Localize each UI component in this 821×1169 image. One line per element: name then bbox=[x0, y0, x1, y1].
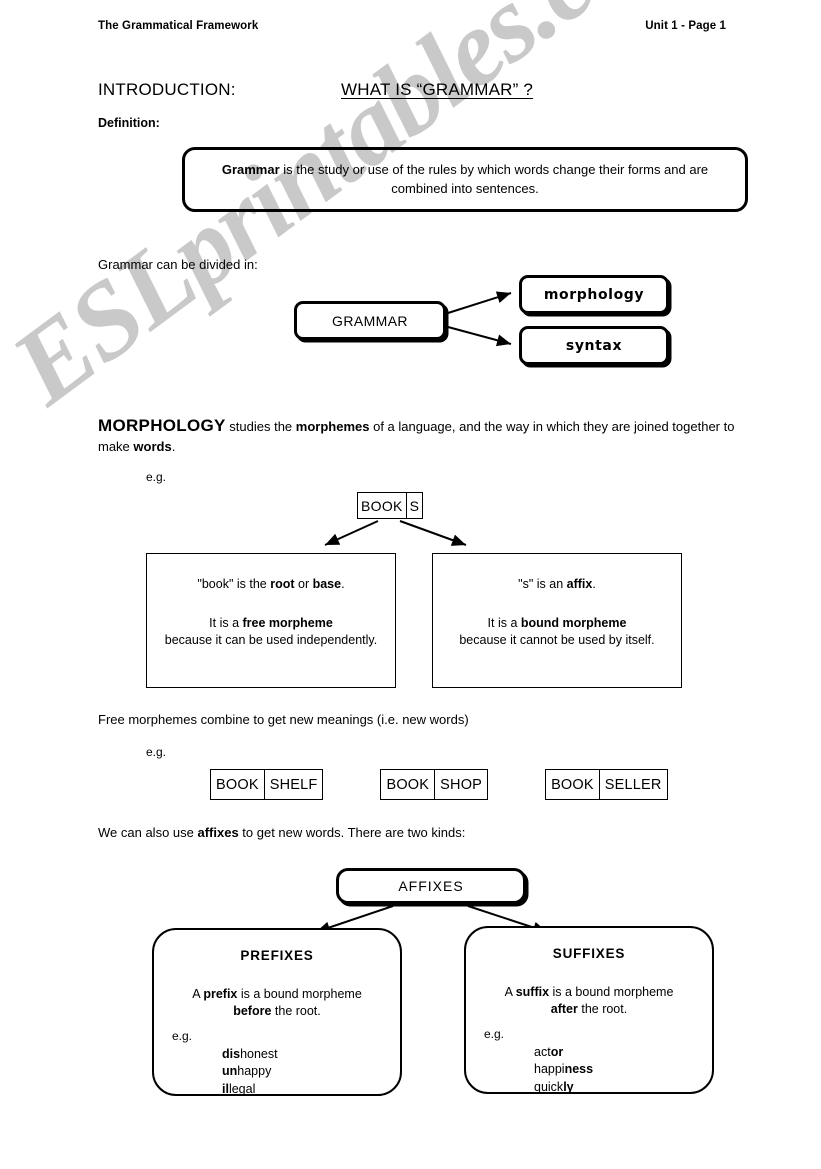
compound-box: BOOK SELLER bbox=[545, 769, 668, 800]
suff-post: the root. bbox=[577, 1002, 628, 1017]
pref-mid: is a bound morpheme bbox=[237, 987, 362, 1002]
compound-words-row: BOOK SHELF BOOK SHOP BOOK SELLER bbox=[210, 769, 668, 800]
morpheme-box-affix-line2: It is a bound morpheme because it cannot… bbox=[433, 615, 681, 650]
prefix-example: unhappy bbox=[222, 1063, 400, 1080]
eg-label-compounds: e.g. bbox=[146, 745, 167, 759]
morpheme-box-root: "book" is the root or base. It is a free… bbox=[146, 553, 396, 688]
suffixes-examples: actor happiness quickly bbox=[534, 1044, 712, 1096]
morpheme-box-root-line1: "book" is the root or base. bbox=[147, 576, 395, 594]
affixes-intro-bold: affixes bbox=[197, 825, 239, 840]
compound-part-2: SHELF bbox=[263, 770, 323, 799]
suff-pre: A bbox=[504, 985, 516, 1000]
prefix-example: illegal bbox=[222, 1081, 400, 1098]
compound-part-1: BOOK bbox=[216, 776, 259, 793]
suff-b2: after bbox=[550, 1002, 578, 1017]
box-affixes: AFFIXES bbox=[336, 868, 526, 904]
mb0-b1: root bbox=[270, 577, 295, 591]
pref-b2: before bbox=[233, 1004, 272, 1019]
suffix-affix: ness bbox=[564, 1062, 594, 1077]
mb0-l2b: free morpheme bbox=[242, 615, 333, 630]
prefix-root: happy bbox=[237, 1064, 272, 1079]
mb1-l2b: bound morpheme bbox=[520, 615, 627, 630]
mb0-pre: "book" is the bbox=[197, 577, 271, 591]
mb0-l2rest: because it can be used independently. bbox=[164, 633, 378, 647]
prefixes-box: PREFIXES A prefix is a bound morpheme be… bbox=[152, 928, 402, 1096]
mb1-b1: affix bbox=[566, 577, 593, 591]
suff-b1: suffix bbox=[515, 985, 550, 1000]
suffix-root: quick bbox=[534, 1079, 564, 1094]
suffix-example: actor bbox=[534, 1044, 712, 1061]
prefixes-eg-label: e.g. bbox=[172, 1028, 193, 1043]
compound-box: BOOK SHOP bbox=[380, 769, 489, 800]
pref-b1: prefix bbox=[203, 987, 238, 1002]
mb0-b2: base bbox=[312, 577, 342, 591]
prefixes-title: PREFIXES bbox=[240, 948, 314, 963]
suffixes-eg-label: e.g. bbox=[484, 1026, 505, 1041]
compound-part-2: SHOP bbox=[434, 770, 487, 799]
suffix-root: act bbox=[534, 1045, 551, 1060]
compound-box: BOOK SHELF bbox=[210, 769, 324, 800]
affixes-intro-post: to get new words. There are two kinds: bbox=[238, 825, 466, 840]
compound-part-1: BOOK bbox=[551, 776, 594, 793]
mb1-post: . bbox=[592, 577, 596, 591]
suff-mid: is a bound morpheme bbox=[549, 985, 674, 1000]
prefixes-description: A prefix is a bound morpheme before the … bbox=[154, 986, 400, 1020]
mb1-l2rest: because it cannot be used by itself. bbox=[459, 633, 655, 647]
mb0-l2pre: It is a bbox=[209, 615, 243, 630]
affixes-intro-pre: We can also use bbox=[98, 825, 198, 840]
prefix-root: legal bbox=[228, 1081, 256, 1096]
morpheme-box-affix: "s" is an affix. It is a bound morpheme … bbox=[432, 553, 682, 688]
pref-pre: A bbox=[192, 987, 204, 1002]
compound-part-2: SELLER bbox=[598, 770, 667, 799]
prefix-affix: un bbox=[222, 1064, 238, 1079]
suffix-example: quickly bbox=[534, 1079, 712, 1096]
morpheme-box-root-line2: It is a free morpheme because it can be … bbox=[147, 615, 395, 650]
suffixes-description: A suffix is a bound morpheme after the r… bbox=[466, 984, 712, 1018]
prefix-affix: il bbox=[222, 1081, 229, 1096]
compound-part-1: BOOK bbox=[386, 776, 430, 793]
mb0-mid: or bbox=[294, 577, 313, 591]
mb1-pre: "s" is an bbox=[518, 577, 567, 591]
affixes-intro-line: We can also use affixes to get new words… bbox=[98, 825, 465, 840]
prefix-affix: dis bbox=[222, 1047, 241, 1062]
prefix-root: honest bbox=[240, 1047, 278, 1062]
suffixes-title: SUFFIXES bbox=[552, 946, 626, 961]
morpheme-box-affix-line1: "s" is an affix. bbox=[433, 576, 681, 594]
pref-post: the root. bbox=[271, 1004, 321, 1019]
mb0-post: . bbox=[341, 577, 345, 591]
suffix-affix: or bbox=[550, 1045, 564, 1060]
worksheet-page: ESLprintables.com The Grammatical Framew… bbox=[0, 0, 821, 1169]
suffix-root: happi bbox=[534, 1062, 565, 1077]
suffix-affix: ly bbox=[563, 1079, 574, 1094]
affixes-diagram: AFFIXES PREFIXES A prefix is a bound mor… bbox=[150, 866, 720, 1116]
suffixes-box: SUFFIXES A suffix is a bound morpheme af… bbox=[464, 926, 714, 1094]
mb1-l2pre: It is a bbox=[487, 615, 521, 630]
prefixes-examples: dishonest unhappy illegal bbox=[222, 1046, 400, 1098]
suffix-example: happiness bbox=[534, 1061, 712, 1078]
prefix-example: dishonest bbox=[222, 1046, 400, 1063]
free-morphemes-line: Free morphemes combine to get new meanin… bbox=[98, 712, 469, 727]
